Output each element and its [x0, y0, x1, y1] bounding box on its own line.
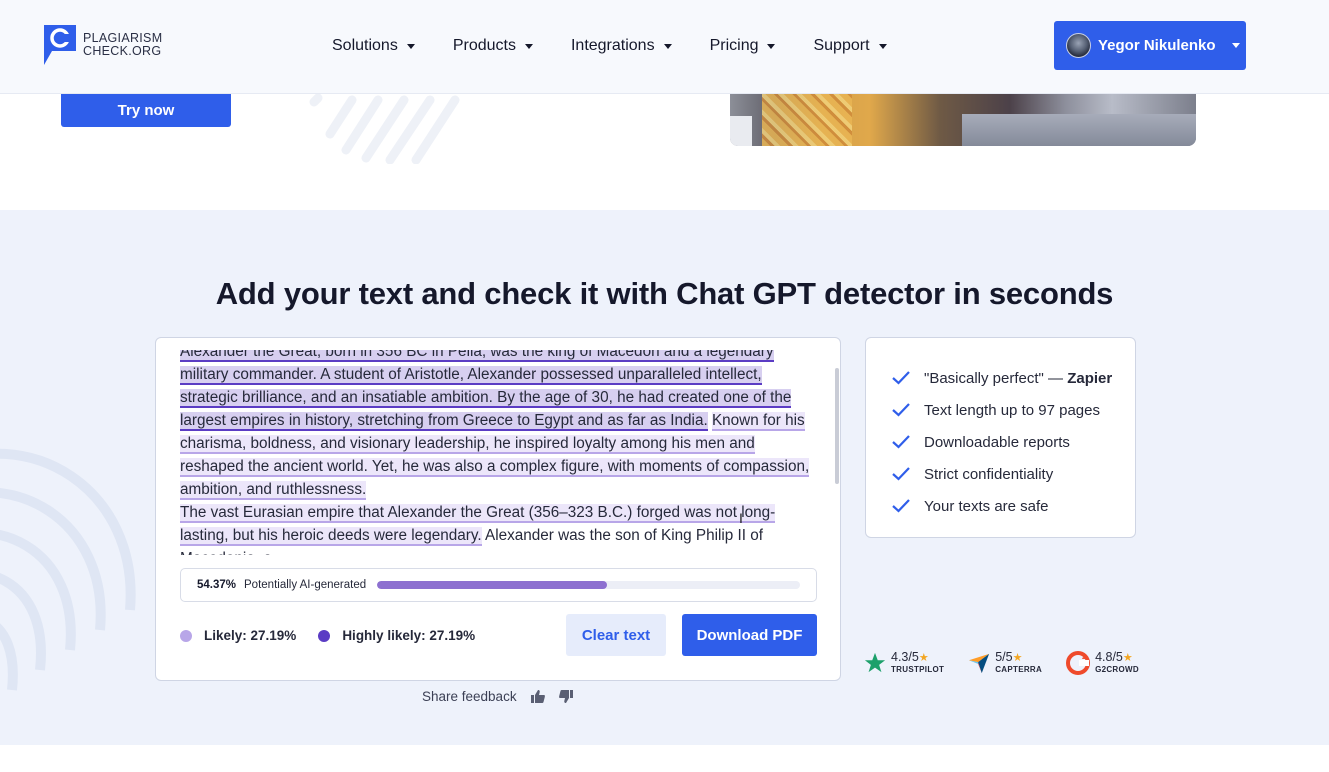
rating-trustpilot[interactable]: 4.3/5★ TRUSTPILOT: [864, 650, 944, 675]
feature-item: Downloadable reports: [892, 426, 1135, 458]
logo-text: PLAGIARISM CHECK.ORG: [83, 32, 162, 58]
feature-label: Strict confidentiality: [924, 465, 1054, 483]
main-nav: Solutions Products Integrations Pricing …: [332, 36, 925, 56]
result-legend: Likely: 27.19% Highly likely: 27.19%: [180, 628, 497, 643]
rating-source: TRUSTPILOT: [891, 665, 945, 674]
check-icon: [892, 499, 912, 513]
clear-text-button[interactable]: Clear text: [566, 614, 666, 656]
chevron-down-icon: [406, 43, 415, 49]
hero-image-laptop: [962, 114, 1196, 146]
rating-score: 4.8/5: [1095, 650, 1123, 664]
user-name: Yegor Nikulenko: [1098, 37, 1216, 54]
site-header: PLAGIARISM CHECK.ORG Solutions Products …: [0, 0, 1329, 94]
text-segment-high: Alexander the Great, born in 356 BC in P…: [180, 350, 792, 431]
feature-bold: Zapier: [1067, 369, 1113, 387]
feature-text: "Basically perfect" — Zapier: [924, 370, 1112, 387]
nav-pricing[interactable]: Pricing: [710, 36, 776, 56]
g2-logo-icon: 2: [1066, 650, 1091, 675]
nav-label: Pricing: [709, 37, 759, 54]
section-title: Add your text and check it with Chat GPT…: [215, 276, 1114, 311]
result-percent: 54.37%: [197, 579, 237, 591]
decorative-stripes: [309, 94, 460, 164]
nav-label: Solutions: [332, 37, 398, 54]
text-scrollbar[interactable]: [835, 368, 839, 484]
check-icon: [892, 435, 912, 449]
feature-item: Your texts are safe: [892, 490, 1135, 522]
result-label: Potentially AI-generated: [244, 579, 367, 591]
nav-support[interactable]: Support: [813, 36, 887, 56]
result-progress-fill: [377, 581, 607, 589]
star-icon: ★: [918, 652, 929, 664]
feature-label: Your texts are safe: [924, 497, 1049, 515]
feature-item: "Basically perfect" — Zapier: [892, 362, 1135, 394]
nav-label: Products: [452, 37, 516, 54]
rating-g2crowd[interactable]: 2 4.8/5★ G2CROWD: [1066, 650, 1139, 675]
likely-dot-icon: [180, 629, 192, 642]
thumbs-down-icon[interactable]: [558, 690, 573, 703]
text-cursor-icon: I: [739, 510, 743, 526]
logo-icon: [44, 25, 76, 65]
text-content: Alexander the Great, born in 356 BC in P…: [180, 350, 816, 555]
chevron-down-icon: [878, 43, 887, 49]
site-logo[interactable]: PLAGIARISM CHECK.ORG: [44, 25, 162, 65]
result-progress-bar: [377, 581, 800, 589]
user-menu-button[interactable]: Yegor Nikulenko: [1054, 21, 1246, 70]
detector-card: Alexander the Great, born in 356 BC in P…: [155, 337, 841, 681]
capterra-arrow-icon: [968, 652, 990, 674]
share-feedback: Share feedback: [422, 689, 573, 704]
chevron-down-icon: [767, 43, 776, 49]
feature-item: Strict confidentiality: [892, 458, 1135, 490]
feature-text: Your texts are safe: [924, 498, 1049, 515]
check-icon: [892, 403, 912, 417]
download-pdf-button[interactable]: Download PDF: [682, 614, 817, 656]
nav-products[interactable]: Products: [453, 36, 533, 56]
hero-image-cup: [730, 116, 752, 146]
feature-label: Downloadable reports: [924, 433, 1070, 451]
avatar: [1066, 33, 1091, 58]
check-icon: [892, 467, 912, 481]
feature-text: Text length up to 97 pages: [924, 402, 1100, 419]
feature-label: Text length up to 97 pages: [924, 401, 1100, 419]
trustpilot-star-icon: [864, 652, 886, 674]
legend-highly-likely-label: Highly likely: 27.19%: [342, 628, 476, 643]
rating-score: 5/5: [995, 650, 1013, 664]
nav-label: Integrations: [570, 37, 655, 54]
feature-text: Downloadable reports: [924, 434, 1070, 451]
highly-likely-dot-icon: [318, 629, 331, 642]
hero-image-pattern: [762, 94, 852, 146]
nav-solutions[interactable]: Solutions: [332, 36, 415, 56]
chevron-down-icon: [524, 43, 533, 49]
result-summary: 54.37% Potentially AI-generated: [180, 568, 817, 602]
check-icon: [892, 371, 912, 385]
star-icon: ★: [1012, 652, 1023, 664]
nav-integrations[interactable]: Integrations: [571, 36, 672, 56]
ratings-row: 4.3/5★ TRUSTPILOT 5/5★ CAPTERRA 2 4.8/5★…: [864, 650, 1163, 675]
text-input-area[interactable]: Alexander the Great, born in 356 BC in P…: [180, 350, 816, 555]
feature-text: Strict confidentiality: [924, 466, 1053, 483]
feedback-label: Share feedback: [422, 689, 517, 704]
thumbs-up-icon[interactable]: [530, 690, 545, 703]
chevron-down-icon: [663, 43, 672, 49]
rating-source: G2CROWD: [1095, 665, 1139, 674]
hero-image: [730, 94, 1196, 146]
features-card: "Basically perfect" — Zapier Text length …: [865, 337, 1136, 538]
rating-score: 4.3/5: [891, 650, 919, 664]
try-now-button[interactable]: Try now: [61, 94, 231, 127]
chevron-down-icon: [1231, 43, 1240, 48]
feature-label: "Basically perfect" —: [924, 369, 1068, 387]
legend-likely: Likely: 27.19%: [180, 628, 296, 643]
feature-item: Text length up to 97 pages: [892, 394, 1135, 426]
logo-line-2: CHECK.ORG: [83, 44, 162, 58]
rating-capterra[interactable]: 5/5★ CAPTERRA: [968, 650, 1042, 675]
legend-highly-likely: Highly likely: 27.19%: [318, 628, 475, 643]
svg-text:2: 2: [1082, 654, 1086, 661]
star-icon: ★: [1122, 652, 1133, 664]
fingerprint-decoration: [0, 448, 136, 691]
rating-source: CAPTERRA: [995, 665, 1043, 674]
detector-section: Add your text and check it with Chat GPT…: [0, 210, 1329, 745]
nav-label: Support: [813, 37, 870, 54]
legend-likely-label: Likely: 27.19%: [204, 628, 297, 643]
logo-line-1: PLAGIARISM: [83, 31, 163, 45]
